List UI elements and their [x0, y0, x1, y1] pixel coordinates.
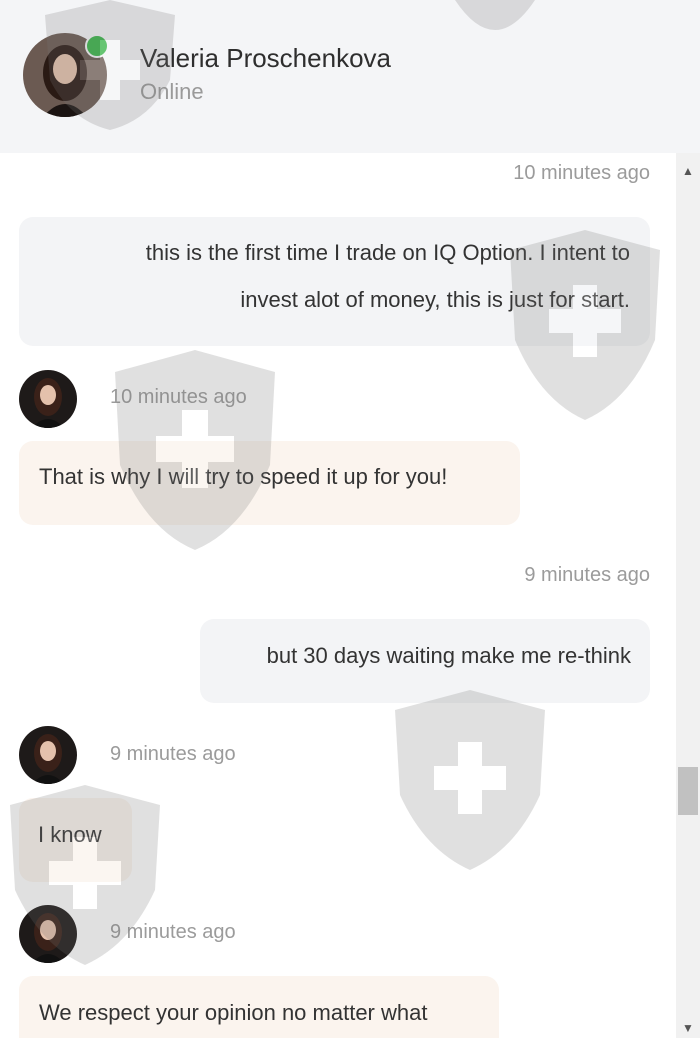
chat-scrollbar[interactable]: ▲ ▼: [676, 153, 700, 1038]
message-text: this is the first time I trade on IQ Opt…: [145, 240, 630, 265]
message-timestamp: 10 minutes ago: [110, 386, 247, 408]
chat-window: Valeria Proschenkova Online 10 minutes a…: [0, 0, 700, 1038]
agent-avatar: [19, 370, 77, 428]
agent-avatar: [19, 726, 77, 784]
contact-status: Online: [140, 79, 204, 104]
message-text: I know: [38, 822, 102, 847]
message-timestamp: 9 minutes ago: [110, 921, 236, 943]
message-text: invest alot of money, this is just for s…: [240, 287, 630, 312]
scroll-up-arrow-icon[interactable]: ▲: [676, 161, 700, 181]
message-bubble-incoming: That is why I will try to speed it up fo…: [19, 441, 520, 525]
message-bubble-incoming: I know: [19, 798, 132, 882]
scroll-down-arrow-icon[interactable]: ▼: [676, 1018, 700, 1038]
message-text: but 30 days waiting make me re-think: [266, 643, 631, 668]
message-timestamp: 10 minutes ago: [513, 162, 650, 184]
message-timestamp: 9 minutes ago: [110, 743, 236, 765]
scrollbar-thumb[interactable]: [678, 767, 698, 815]
online-status-dot: [85, 34, 109, 58]
message-text: That is why I will try to speed it up fo…: [39, 464, 448, 489]
message-bubble-outgoing: but 30 days waiting make me re-think: [200, 619, 650, 703]
message-bubble-incoming: We respect your opinion no matter what: [19, 976, 499, 1038]
chat-header: Valeria Proschenkova Online: [0, 0, 700, 153]
agent-avatar: [19, 905, 77, 963]
message-text: We respect your opinion no matter what: [39, 1000, 428, 1025]
message-bubble-outgoing: this is the first time I trade on IQ Opt…: [19, 217, 650, 346]
message-timestamp: 9 minutes ago: [524, 564, 650, 586]
message-list[interactable]: 10 minutes ago this is the first time I …: [0, 153, 676, 1038]
contact-name: Valeria Proschenkova: [140, 43, 391, 73]
